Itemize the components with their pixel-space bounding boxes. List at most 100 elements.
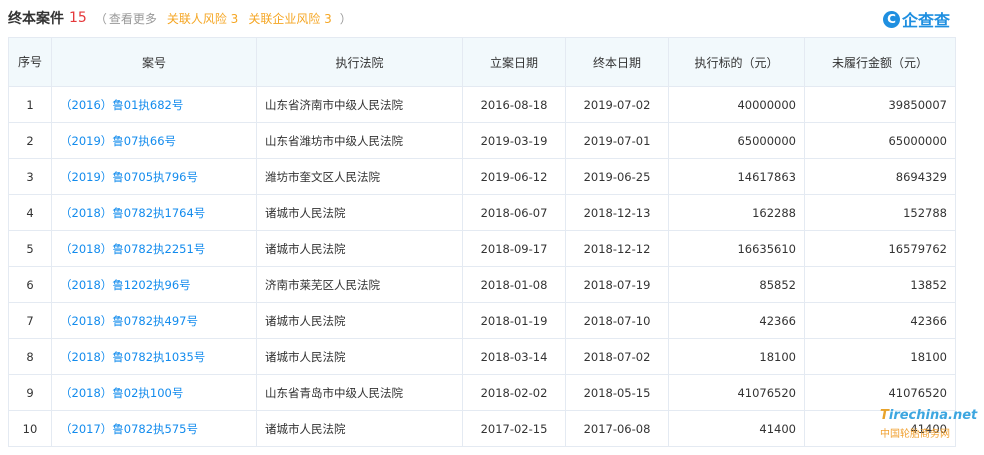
- case-number-link-cell: （2019）鲁0705执796号: [51, 158, 257, 195]
- target-amount-cell: 16635610: [668, 230, 805, 267]
- court-name-cell: 济南市莱芜区人民法院: [256, 266, 463, 303]
- closed-date-cell: 2018-07-19: [565, 266, 669, 303]
- target-amount-cell: 42366: [668, 302, 805, 339]
- unpaid-amount-cell: 65000000: [804, 122, 956, 159]
- closed-date-cell: 2019-07-01: [565, 122, 669, 159]
- row-index-cell: 7: [8, 302, 52, 339]
- closed-date-cell: 2018-07-02: [565, 338, 669, 375]
- filed-date-cell: 2019-03-19: [462, 122, 566, 159]
- table-row: 6 （2018）鲁1202执96号 济南市莱芜区人民法院 2018-01-08 2018…: [8, 266, 956, 303]
- closed-date-cell: 2018-12-13: [565, 194, 669, 231]
- court-name-cell: 诸城市人民法院: [256, 410, 463, 447]
- target-amount-cell: 162288: [668, 194, 805, 231]
- target-amount-cell: 18100: [668, 338, 805, 375]
- case-table: 序号 案号 执行法院 立案日期 终本日期 执行标的（元） 未履行金额（元） 1 （2016）鲁…: [8, 37, 956, 447]
- court-name-cell: 诸城市人民法院: [256, 338, 463, 375]
- closed-date-cell: 2019-06-25: [565, 158, 669, 195]
- filed-date-cell: 2018-01-08: [462, 266, 566, 303]
- court-name-cell: 诸城市人民法院: [256, 230, 463, 267]
- watermark-brand-rest: irechina.net: [888, 408, 978, 423]
- case-number-link[interactable]: （2018）鲁1202执96号: [60, 278, 191, 292]
- case-number-link-cell: （2019）鲁07执66号: [51, 122, 257, 159]
- tirechina-watermark: Tirechina.net 中国轮胎商务网: [880, 408, 980, 448]
- court-name-cell: 山东省潍坊市中级人民法院: [256, 122, 463, 159]
- unpaid-amount-cell: 13852: [804, 266, 956, 303]
- table-row: 4 （2018）鲁0782执1764号 诸城市人民法院 2018-06-07 2018-…: [8, 194, 956, 231]
- row-index-cell: 6: [8, 266, 52, 303]
- col-unpaid-amount-header: 未履行金额（元）: [804, 37, 956, 87]
- filed-date-cell: 2018-02-02: [462, 374, 566, 411]
- table-header-row: 序号 案号 执行法院 立案日期 终本日期 执行标的（元） 未履行金额（元）: [8, 37, 956, 87]
- target-amount-cell: 65000000: [668, 122, 805, 159]
- table-body: 1 （2016）鲁01执682号 山东省济南市中级人民法院 2016-08-18 201…: [8, 86, 956, 447]
- section-title: 终本案件: [8, 11, 64, 27]
- related-company-risk-link[interactable]: 关联企业风险 3: [248, 10, 331, 27]
- row-index-cell: 3: [8, 158, 52, 195]
- case-number-link[interactable]: （2018）鲁0782执2251号: [60, 242, 205, 256]
- row-index-cell: 1: [8, 86, 52, 123]
- filed-date-cell: 2019-06-12: [462, 158, 566, 195]
- col-target-amount-header: 执行标的（元）: [668, 37, 805, 87]
- watermark-subtitle: 中国轮胎商务网: [880, 429, 950, 440]
- case-number-link[interactable]: （2018）鲁0782执1764号: [60, 206, 205, 220]
- closed-date-cell: 2018-07-10: [565, 302, 669, 339]
- case-number-link-cell: （2018）鲁0782执2251号: [51, 230, 257, 267]
- case-number-link-cell: （2018）鲁0782执497号: [51, 302, 257, 339]
- unpaid-amount-cell: 41076520: [804, 374, 956, 411]
- closed-date-cell: 2018-12-12: [565, 230, 669, 267]
- court-name-cell: 诸城市人民法院: [256, 194, 463, 231]
- target-amount-cell: 14617863: [668, 158, 805, 195]
- table-row: 7 （2018）鲁0782执497号 诸城市人民法院 2018-01-19 2018-0…: [8, 302, 956, 339]
- target-amount-cell: 85852: [668, 266, 805, 303]
- table-row: 10 （2017）鲁0782执575号 诸城市人民法院 2017-02-15 2017-…: [8, 410, 956, 447]
- related-person-risk-link[interactable]: 关联人风险 3: [167, 10, 238, 27]
- row-index-cell: 4: [8, 194, 52, 231]
- paren-close: ）: [339, 11, 352, 26]
- court-name-cell: 诸城市人民法院: [256, 302, 463, 339]
- case-number-link[interactable]: （2018）鲁0782执497号: [60, 314, 198, 328]
- court-name-cell: 潍坊市奎文区人民法院: [256, 158, 463, 195]
- col-index-header: 序号: [8, 37, 52, 87]
- row-index-cell: 8: [8, 338, 52, 375]
- unpaid-amount-cell: 18100: [804, 338, 956, 375]
- col-closed-date-header: 终本日期: [565, 37, 669, 87]
- closed-date-cell: 2017-06-08: [565, 410, 669, 447]
- target-amount-cell: 41400: [668, 410, 805, 447]
- case-number-link[interactable]: （2018）鲁0782执1035号: [60, 350, 205, 364]
- closed-date-cell: 2019-07-02: [565, 86, 669, 123]
- case-number-link-cell: （2018）鲁1202执96号: [51, 266, 257, 303]
- unpaid-amount-cell: 16579762: [804, 230, 956, 267]
- qichacha-logo: C 企查查: [883, 7, 950, 31]
- case-number-link[interactable]: （2018）鲁02执100号: [60, 386, 183, 400]
- case-number-link[interactable]: （2019）鲁0705执796号: [60, 170, 198, 184]
- paren-open: （: [94, 11, 107, 26]
- col-court-header: 执行法院: [256, 37, 463, 87]
- case-number-link-cell: （2018）鲁0782执1764号: [51, 194, 257, 231]
- unpaid-amount-cell: 39850007: [804, 86, 956, 123]
- target-amount-cell: 40000000: [668, 86, 805, 123]
- court-name-cell: 山东省青岛市中级人民法院: [256, 374, 463, 411]
- qichacha-logo-text: 企查查: [902, 11, 951, 30]
- row-index-cell: 10: [8, 410, 52, 447]
- case-number-link[interactable]: （2019）鲁07执66号: [60, 134, 176, 148]
- case-number-link-cell: （2018）鲁02执100号: [51, 374, 257, 411]
- case-number-link-cell: （2017）鲁0782执575号: [51, 410, 257, 447]
- row-index-cell: 5: [8, 230, 52, 267]
- case-number-link[interactable]: （2016）鲁01执682号: [60, 98, 183, 112]
- table-row: 5 （2018）鲁0782执2251号 诸城市人民法院 2018-09-17 2018-…: [8, 230, 956, 267]
- court-name-cell: 山东省济南市中级人民法院: [256, 86, 463, 123]
- col-case-number-header: 案号: [51, 37, 257, 87]
- case-number-link[interactable]: （2017）鲁0782执575号: [60, 422, 198, 436]
- filed-date-cell: 2018-03-14: [462, 338, 566, 375]
- qichacha-logo-icon: C: [883, 10, 900, 28]
- filed-date-cell: 2016-08-18: [462, 86, 566, 123]
- view-more-link[interactable]: 查看更多: [109, 10, 157, 27]
- filed-date-cell: 2017-02-15: [462, 410, 566, 447]
- unpaid-amount-cell: 8694329: [804, 158, 956, 195]
- col-filed-date-header: 立案日期: [462, 37, 566, 87]
- section-header: 终本案件 15 （ 查看更多 关联人风险 3 关联企业风险 3 ）: [8, 9, 352, 27]
- unpaid-amount-cell: 152788: [804, 194, 956, 231]
- target-amount-cell: 41076520: [668, 374, 805, 411]
- filed-date-cell: 2018-06-07: [462, 194, 566, 231]
- filed-date-cell: 2018-09-17: [462, 230, 566, 267]
